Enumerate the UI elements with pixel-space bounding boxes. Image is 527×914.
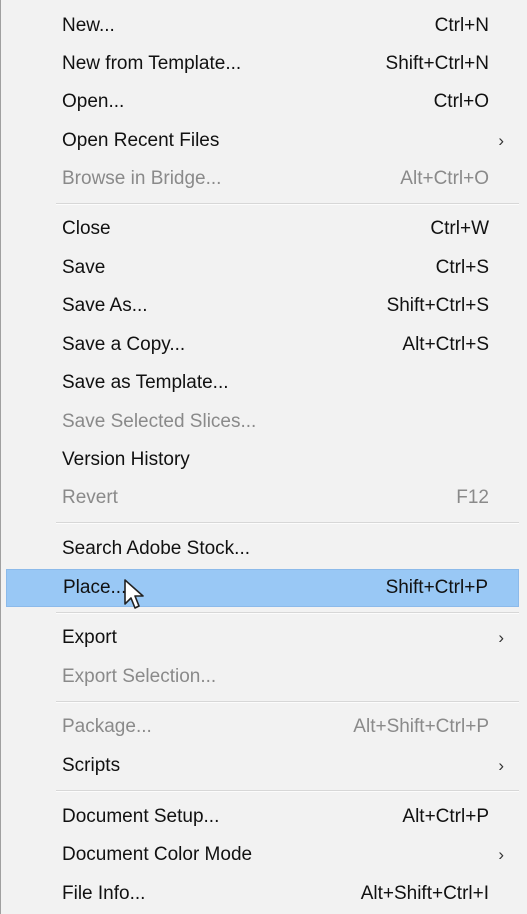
menu-item-shortcut: Shift+Ctrl+N [385, 52, 489, 74]
menu-item-shortcut: Ctrl+N [434, 14, 489, 36]
menu-item-scripts[interactable]: Scripts › [6, 749, 519, 782]
chevron-right-icon: › [498, 130, 504, 150]
chevron-right-icon: › [498, 627, 504, 647]
chevron-right-icon: › [498, 755, 504, 775]
menu-item-label: New from Template... [62, 52, 242, 74]
menu-item-file-info[interactable]: File Info... Alt+Shift+Ctrl+I [6, 877, 519, 910]
menu-item-package: Package... Alt+Shift+Ctrl+P [6, 710, 519, 743]
menu-item-shortcut: Ctrl+W [430, 217, 489, 239]
menu-separator [56, 790, 519, 792]
menu-item-label: Export Selection... [62, 665, 217, 687]
menu-item-label: Save [62, 256, 106, 278]
menu-item-new-from-template[interactable]: New from Template... Shift+Ctrl+N [6, 47, 519, 80]
menu-item-label: Save As... [62, 294, 148, 316]
menu-item-label: Save as Template... [62, 371, 229, 393]
menu-item-save[interactable]: Save Ctrl+S [6, 251, 519, 284]
menu-item-label: Search Adobe Stock... [62, 537, 251, 559]
menu-item-save-as[interactable]: Save As... Shift+Ctrl+S [6, 289, 519, 322]
menu-item-version-history[interactable]: Version History [6, 443, 519, 476]
menu-item-label: File Info... [62, 882, 146, 904]
menu-item-label: Open... [62, 90, 125, 112]
menu-item-label: Export [62, 626, 117, 648]
menu-item-label: Version History [62, 448, 190, 470]
menu-item-label: Package... [62, 715, 152, 737]
menu-item-open[interactable]: Open... Ctrl+O [6, 85, 519, 118]
mouse-pointer-icon [124, 579, 144, 609]
menu-item-label: Open Recent Files [62, 129, 220, 151]
chevron-right-icon: › [498, 844, 504, 864]
menu-item-document-setup[interactable]: Document Setup... Alt+Ctrl+P [6, 800, 519, 833]
menu-item-label: Revert [62, 486, 118, 508]
menu-item-save-a-copy[interactable]: Save a Copy... Alt+Ctrl+S [6, 328, 519, 361]
menu-item-label: Scripts [62, 754, 121, 776]
menu-item-label: Save Selected Slices... [62, 410, 257, 432]
menu-item-new[interactable]: New... Ctrl+N [6, 9, 519, 42]
menu-separator [56, 612, 519, 614]
menu-item-revert: Revert F12 [6, 481, 519, 514]
menu-item-export-selection: Export Selection... [6, 660, 519, 693]
menu-item-label: New... [62, 14, 115, 36]
menu-separator [56, 701, 519, 703]
menu-item-document-color-mode[interactable]: Document Color Mode › [6, 838, 519, 871]
menu-item-place[interactable]: Place... Shift+Ctrl+P [6, 569, 519, 607]
menu-item-shortcut: Alt+Shift+Ctrl+I [360, 882, 489, 904]
menu-item-open-recent-files[interactable]: Open Recent Files › [6, 124, 519, 157]
menu-item-label: Document Setup... [62, 805, 220, 827]
menu-item-save-as-template[interactable]: Save as Template... [6, 366, 519, 399]
menu-item-shortcut: Shift+Ctrl+S [386, 294, 489, 316]
menu-item-shortcut: Alt+Ctrl+S [402, 333, 489, 355]
menu-item-label: Browse in Bridge... [62, 167, 222, 189]
menu-item-shortcut: Alt+Ctrl+O [400, 167, 489, 189]
menu-item-label: Save a Copy... [62, 333, 186, 355]
menu-item-label: Close [62, 217, 111, 239]
menu-item-shortcut: F12 [456, 486, 489, 508]
menu-item-browse-in-bridge: Browse in Bridge... Alt+Ctrl+O [6, 162, 519, 195]
menu-item-shortcut: Ctrl+S [435, 256, 489, 278]
menu-item-shortcut: Alt+Ctrl+P [402, 805, 489, 827]
menu-item-save-selected-slices: Save Selected Slices... [6, 405, 519, 438]
menu-item-search-adobe-stock[interactable]: Search Adobe Stock... [6, 532, 519, 565]
menu-item-label: Place... [63, 577, 127, 598]
menu-separator [56, 522, 519, 524]
menu-item-shortcut: Shift+Ctrl+P [385, 577, 488, 598]
menu-separator [56, 203, 519, 205]
menu-item-shortcut: Alt+Shift+Ctrl+P [353, 715, 489, 737]
menu-item-label: Document Color Mode [62, 843, 253, 865]
file-menu: New... Ctrl+N New from Template... Shift… [0, 0, 525, 914]
menu-item-close[interactable]: Close Ctrl+W [6, 212, 519, 245]
menu-item-shortcut: Ctrl+O [433, 90, 489, 112]
menu-item-export[interactable]: Export › [6, 621, 519, 654]
